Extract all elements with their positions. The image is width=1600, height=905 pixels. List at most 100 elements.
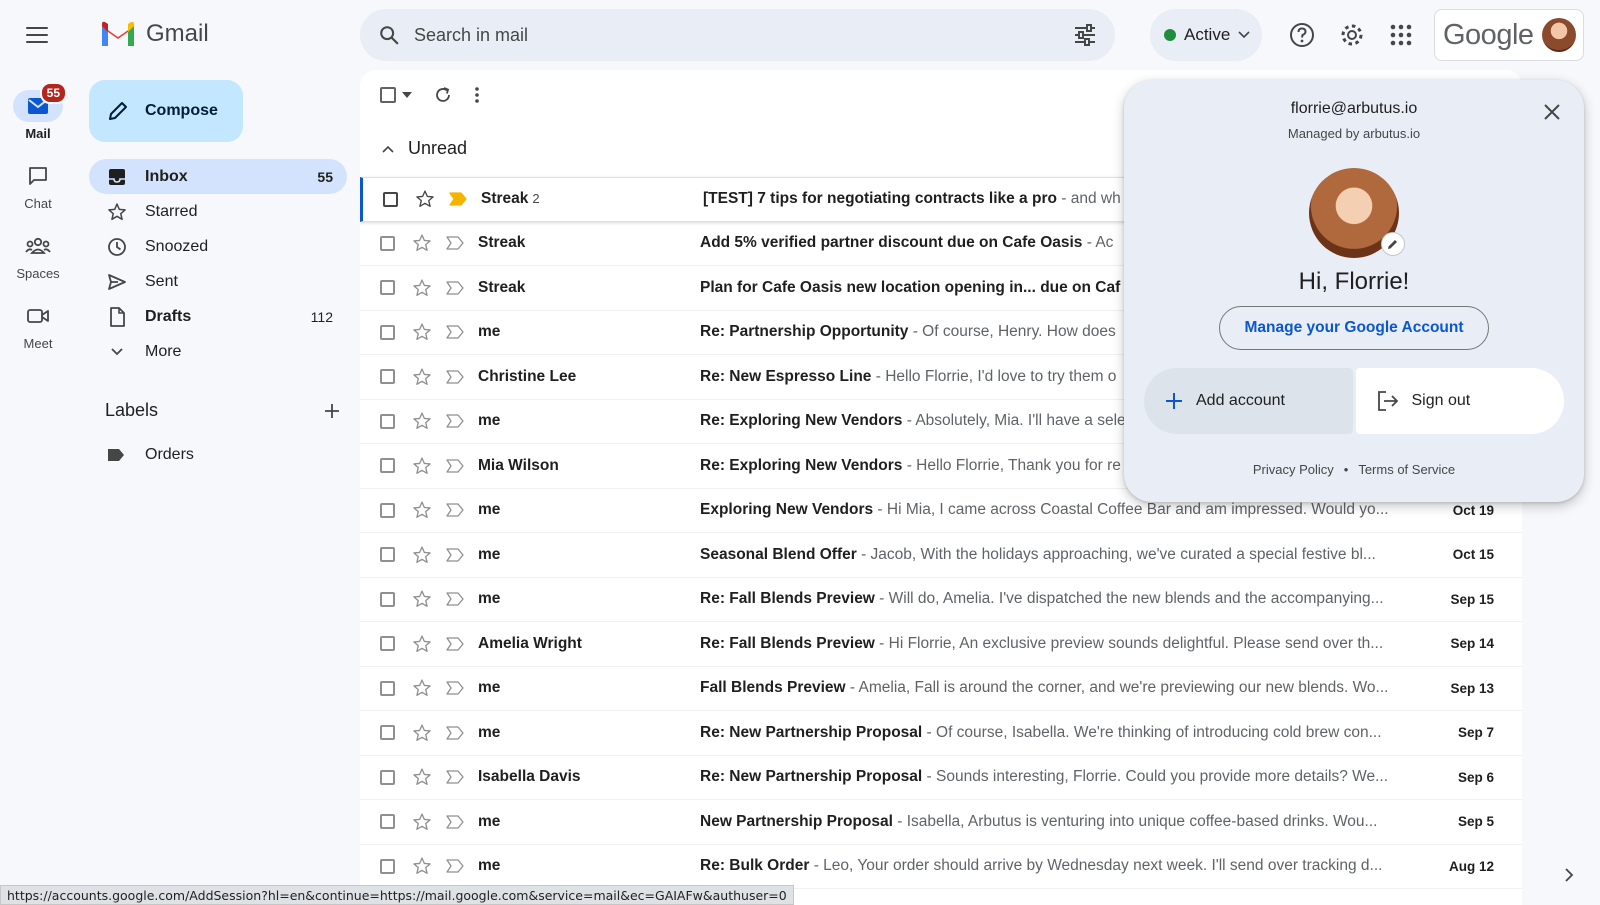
importance-marker-icon[interactable] [446,681,464,695]
account-button[interactable]: Google [1434,9,1584,61]
search-options-icon[interactable] [1073,24,1097,46]
section-header-unread[interactable]: Unread [382,138,467,159]
email-row[interactable]: Amelia Wright Re: Fall Blends Preview - H… [360,622,1522,667]
status-selector[interactable]: Active [1150,9,1262,61]
sign-out-button[interactable]: Sign out [1355,368,1564,434]
email-sender: me [478,323,688,341]
select-all-checkbox[interactable] [380,87,412,103]
email-snippet: - Hello Florrie, I'd love to try them o [871,367,1117,385]
importance-marker-icon[interactable] [446,459,464,473]
importance-marker-icon[interactable] [446,325,464,339]
star-icon[interactable] [412,278,432,298]
row-checkbox[interactable] [380,235,395,251]
importance-marker-icon[interactable] [446,548,464,562]
star-icon[interactable] [412,678,432,698]
support-button[interactable] [1287,20,1317,50]
star-icon[interactable] [412,367,432,387]
importance-marker-icon[interactable] [446,414,464,428]
email-content: Fall Blends Preview - Amelia, Fall is ar… [700,679,1400,697]
importance-marker-icon[interactable] [446,236,464,250]
row-checkbox[interactable] [383,191,398,207]
rail-item-mail[interactable]: 55 Mail [10,82,67,141]
importance-marker-icon[interactable] [446,859,464,873]
edit-avatar-button[interactable] [1381,232,1405,256]
email-row[interactable]: me Re: New Partnership Proposal - Of cour… [360,711,1522,756]
privacy-policy-link[interactable]: Privacy Policy [1253,462,1334,477]
email-row[interactable]: me Re: Fall Blends Preview - Will do, Ame… [360,578,1522,622]
row-checkbox[interactable] [380,769,395,785]
importance-marker-icon[interactable] [446,726,464,740]
importance-marker-icon[interactable] [446,503,464,517]
email-snippet: - Sounds interesting, Florrie. Could you… [922,768,1389,786]
row-checkbox[interactable] [380,636,395,652]
main-menu-button[interactable] [24,24,50,46]
email-subject: Re: New Partnership Proposal [700,723,923,741]
settings-button[interactable] [1337,20,1367,50]
label-item-orders[interactable]: Orders [107,446,194,464]
star-icon[interactable] [412,545,432,565]
email-row[interactable]: me Seasonal Blend Offer - Jacob, With the… [360,533,1522,578]
add-account-button[interactable]: Add account [1144,368,1353,434]
row-checkbox[interactable] [380,502,395,518]
search-icon[interactable] [378,24,400,46]
importance-marker-icon[interactable] [446,592,464,606]
close-popup-button[interactable] [1538,98,1566,126]
importance-marker-icon[interactable] [446,770,464,784]
email-row[interactable]: me Fall Blends Preview - Amelia, Fall is … [360,667,1522,711]
nav-item-inbox[interactable]: Inbox 55 [89,159,347,194]
search-bar[interactable]: Search in mail [360,9,1115,61]
importance-marker-icon[interactable] [446,815,464,829]
star-icon[interactable] [412,634,432,654]
nav-item-snoozed[interactable]: Snoozed [89,229,347,264]
refresh-icon[interactable] [434,86,452,104]
email-row[interactable]: me Re: Bulk Order - Leo, Your order shoul… [360,845,1522,889]
row-checkbox[interactable] [380,369,395,385]
star-icon[interactable] [412,589,432,609]
email-row[interactable]: me New Partnership Proposal - Isabella, A… [360,800,1522,845]
star-icon[interactable] [412,322,432,342]
star-icon[interactable] [412,767,432,787]
star-icon[interactable] [412,500,432,520]
nav-item-drafts[interactable]: Drafts 112 [89,299,347,334]
star-icon[interactable] [415,189,435,209]
email-row[interactable]: Isabella Davis Re: New Partnership Propos… [360,756,1522,800]
google-apps-button[interactable] [1386,20,1416,50]
email-sender: me [478,501,688,519]
star-icon[interactable] [412,812,432,832]
pencil-icon [109,102,127,120]
compose-button[interactable]: Compose [89,80,243,142]
row-checkbox[interactable] [380,324,395,340]
row-checkbox[interactable] [380,725,395,741]
importance-marker-icon[interactable] [446,281,464,295]
star-icon[interactable] [412,411,432,431]
row-checkbox[interactable] [380,413,395,429]
gmail-logo[interactable]: Gmail [100,20,209,48]
nav-item-starred[interactable]: Starred [89,194,347,229]
nav-item-more[interactable]: More [89,334,347,369]
star-icon[interactable] [412,856,432,876]
terms-of-service-link[interactable]: Terms of Service [1358,462,1455,477]
row-checkbox[interactable] [380,591,395,607]
chevron-right-icon[interactable] [1564,868,1574,882]
more-vert-icon[interactable] [474,86,480,104]
row-checkbox[interactable] [380,547,395,563]
importance-marker-icon[interactable] [446,637,464,651]
row-checkbox[interactable] [380,458,395,474]
row-checkbox[interactable] [380,680,395,696]
star-icon[interactable] [412,233,432,253]
importance-marker-icon[interactable] [449,192,467,206]
row-checkbox[interactable] [380,814,395,830]
email-sender: me [478,412,688,430]
nav-item-sent[interactable]: Sent [89,264,347,299]
star-icon[interactable] [412,456,432,476]
row-checkbox[interactable] [380,280,395,296]
star-icon[interactable] [412,723,432,743]
row-checkbox[interactable] [380,858,395,874]
search-input[interactable]: Search in mail [414,25,1073,46]
manage-account-button[interactable]: Manage your Google Account [1219,306,1489,350]
rail-item-meet[interactable]: Meet [10,300,66,351]
rail-item-spaces[interactable]: Spaces [10,230,66,281]
rail-item-chat[interactable]: Chat [10,160,66,211]
importance-marker-icon[interactable] [446,370,464,384]
plus-icon[interactable] [323,402,341,420]
